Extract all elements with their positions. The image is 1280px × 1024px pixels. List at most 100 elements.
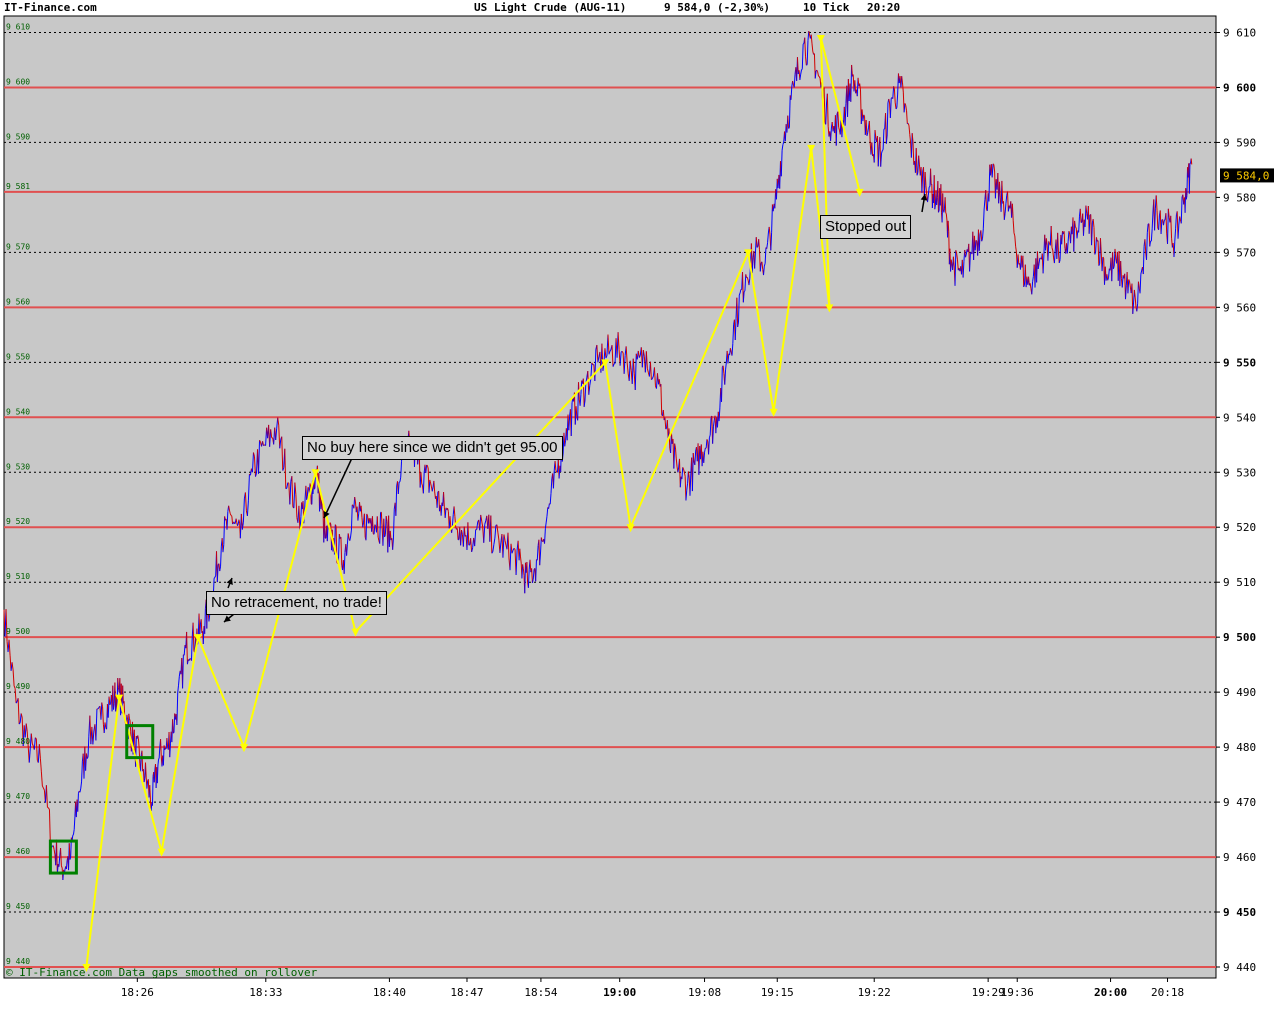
time-text: 20:20	[867, 1, 901, 14]
x-axis: 18:26 18:33 18:40 18:47 18:54 19:00 19:08 19:15…	[121, 978, 1184, 999]
price-segment	[526, 562, 529, 583]
x-tick-label: 18:47	[450, 986, 483, 999]
note-no-buy: No buy here since we didn't get 95.00	[302, 436, 563, 460]
x-tick-label: 19:22	[858, 986, 891, 999]
y-tick-label: 9 570	[1223, 246, 1256, 259]
price-segment	[158, 746, 161, 759]
x-tick-label: 19:36	[1001, 986, 1034, 999]
y-tick-label: 9 480	[1223, 741, 1256, 754]
price-segment	[231, 516, 234, 524]
price-segment	[172, 732, 175, 734]
price-segment	[130, 750, 133, 752]
price-segment	[172, 719, 174, 734]
price-segment	[930, 168, 932, 185]
y-left-label: 9 460	[6, 847, 30, 856]
y-left-label: 9 470	[6, 792, 30, 801]
y-left-label: 9 590	[6, 132, 30, 141]
price-segment	[151, 776, 154, 806]
price-segment	[169, 743, 171, 758]
price-segment	[157, 759, 160, 766]
price-segment	[665, 427, 667, 430]
price-segment	[305, 485, 308, 500]
x-tick-label: 18:54	[524, 986, 557, 999]
price-segment	[160, 739, 162, 757]
y-left-label: 9 510	[6, 572, 30, 581]
x-tick-label: 18:26	[121, 986, 154, 999]
price-segment	[137, 735, 139, 739]
price-segment	[895, 107, 898, 110]
price-segment	[522, 568, 525, 576]
price-segment	[802, 43, 805, 45]
price-segment	[1102, 256, 1105, 259]
price-segment	[374, 524, 377, 527]
site-name: IT-Finance.com	[4, 1, 97, 14]
price-segment	[947, 220, 950, 232]
y-left-label: 9 600	[6, 77, 30, 86]
price-segment	[126, 714, 129, 720]
y-tick-label: 9 580	[1223, 191, 1256, 204]
chart-header: IT-Finance.com US Light Crude (AUG-11) 9…	[0, 0, 1280, 16]
price-segment	[329, 522, 332, 525]
price-segment	[863, 114, 865, 117]
y-tick-label: 9 510	[1223, 576, 1256, 589]
price-segment	[156, 765, 159, 784]
y-tick-label: 9 440	[1223, 961, 1256, 974]
price-segment	[937, 181, 939, 213]
price-segment	[928, 186, 931, 188]
quote-text: 9 584,0 (-2,30%)	[664, 1, 770, 14]
price-segment	[942, 193, 944, 210]
price-segment	[122, 685, 124, 704]
y-tick-label: 9 540	[1223, 411, 1256, 424]
y-tick-label: 9 470	[1223, 796, 1256, 809]
price-segment	[213, 577, 216, 579]
price-segment	[940, 184, 942, 213]
price-segment	[944, 197, 947, 213]
y-left-label: 9 610	[6, 22, 30, 31]
note-no-retracement: No retracement, no trade!	[206, 591, 387, 615]
x-tick-label: 19:08	[688, 986, 721, 999]
price-segment	[306, 487, 309, 497]
price-segment	[72, 829, 75, 835]
price-segment	[128, 713, 130, 719]
y-tick-label: 9 500	[1223, 631, 1256, 644]
price-segment	[945, 212, 947, 215]
x-tick-label: 20:18	[1151, 986, 1184, 999]
y-left-label: 9 570	[6, 242, 30, 251]
price-segment	[313, 488, 316, 490]
price-segment	[1190, 158, 1193, 165]
price-segment	[146, 780, 149, 789]
price-segment	[208, 615, 211, 622]
y-left-label: 9 490	[6, 682, 30, 691]
price-segment	[613, 363, 616, 365]
price-segment	[950, 259, 953, 264]
x-tick-label: 19:00	[603, 986, 636, 999]
y-left-label: 9 560	[6, 297, 30, 306]
price-segment	[166, 738, 169, 748]
price-segment	[323, 516, 326, 539]
price-segment	[756, 246, 759, 248]
price-segment	[522, 564, 524, 569]
price-segment	[112, 685, 114, 710]
note-stopped-out: Stopped out	[820, 215, 911, 239]
price-segment	[141, 750, 144, 772]
price-segment	[200, 619, 203, 633]
price-segment	[936, 197, 938, 205]
price-segment	[234, 522, 236, 525]
price-segment	[149, 785, 151, 800]
interval-text: 10 Tick	[803, 1, 850, 14]
price-segment	[1074, 226, 1077, 229]
price-segment	[237, 523, 239, 526]
y-left-label: 9 520	[6, 517, 30, 526]
y-tick-label: 9 550	[1223, 356, 1256, 369]
price-segment	[743, 290, 746, 292]
price-segment	[73, 816, 76, 830]
price-segment	[47, 806, 49, 809]
price-segment	[199, 624, 201, 635]
plot-background	[3, 15, 1217, 979]
price-segment	[137, 738, 140, 748]
y-left-label: 9 550	[6, 352, 30, 361]
price-segment	[117, 678, 119, 688]
price-segment	[235, 518, 238, 523]
price-segment	[68, 843, 71, 860]
y-tick-label: 9 600	[1223, 81, 1256, 94]
